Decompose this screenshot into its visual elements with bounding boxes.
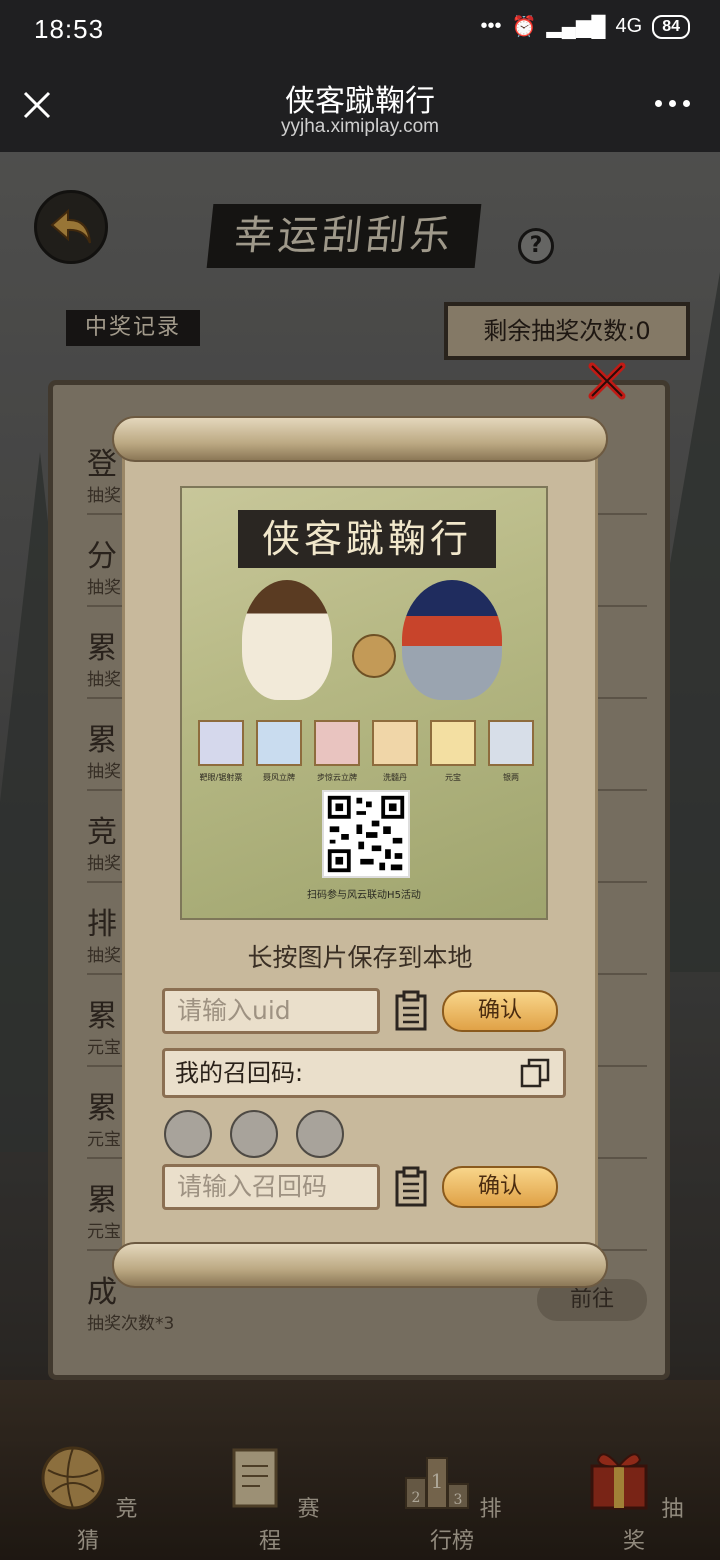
reward-label: 步惊云立牌	[317, 773, 357, 782]
reward-label: 洗髓丹	[383, 773, 407, 782]
pill-icon	[372, 720, 418, 766]
standee-icon	[314, 720, 360, 766]
hero-left	[242, 580, 332, 700]
confirm-uid-button[interactable]: 确认	[442, 990, 558, 1032]
more-dots-icon: •••	[480, 15, 502, 37]
status-time: 18:53	[34, 14, 105, 44]
poster-title: 侠客蹴鞠行	[238, 510, 496, 568]
gold-ingot-icon	[430, 720, 476, 766]
ball-slot-icon	[164, 1110, 212, 1158]
poster-caption: 扫码参与风云联动H5活动	[307, 890, 421, 901]
battery-icon: 84	[652, 14, 690, 39]
uid-input[interactable]: 请输入uid	[162, 988, 380, 1034]
close-modal-icon[interactable]	[586, 360, 628, 402]
browser-nav-bar: 侠客蹴鞠行 yyjha.ximiplay.com	[0, 62, 720, 152]
reward-item: 靶眼/锯射票	[196, 720, 246, 783]
standee-icon	[256, 720, 302, 766]
poster-ball	[352, 634, 396, 678]
reward-item: 洗髓丹	[370, 720, 420, 783]
save-image-tip: 长按图片保存到本地	[247, 943, 473, 972]
reward-item: 银两	[486, 720, 536, 783]
signal-icon: ▂▄▆█	[546, 16, 606, 38]
reward-item: 元宝	[428, 720, 478, 783]
qr-code[interactable]	[322, 790, 410, 878]
ball-slot-icon	[296, 1110, 344, 1158]
reward-label: 聂风立牌	[263, 773, 295, 782]
status-icons: ••• ⏰ ▂▄▆█ 4G 84	[480, 14, 690, 39]
paste-clipboard-icon[interactable]	[394, 1166, 428, 1208]
recall-code-input[interactable]: 请输入召回码	[162, 1164, 380, 1210]
copy-icon[interactable]	[520, 1058, 550, 1088]
scroll-roller-top	[112, 416, 608, 462]
silver-ingot-icon	[488, 720, 534, 766]
reward-item: 步惊云立牌	[312, 720, 362, 783]
network-type: 4G	[615, 15, 643, 37]
reward-label: 元宝	[445, 773, 461, 782]
my-recall-code-field: 我的召回码:	[162, 1048, 566, 1098]
page-url: yyjha.ximiplay.com	[280, 116, 440, 137]
more-menu-icon[interactable]	[655, 100, 690, 107]
alarm-icon: ⏰	[511, 16, 537, 38]
ball-slot-icon	[230, 1110, 278, 1158]
page-title: 侠客蹴鞠行	[285, 84, 435, 119]
game-view: 幸运刮刮乐 ? 中奖记录 剩余抽奖次数:0 登抽奖 分抽奖 累抽奖 累抽奖 竞抽…	[0, 152, 720, 1560]
status-bar: 18:53 ••• ⏰ ▂▄▆█ 4G 84	[0, 0, 720, 62]
reward-item: 聂风立牌	[254, 720, 304, 783]
promo-poster[interactable]: 侠客蹴鞠行 靶眼/锯射票 聂风立牌 步惊云立牌 洗髓丹 元宝 银两 扫码参与风云…	[180, 486, 548, 920]
paste-clipboard-icon[interactable]	[394, 990, 428, 1032]
reward-items: 靶眼/锯射票 聂风立牌 步惊云立牌 洗髓丹 元宝 银两	[196, 720, 536, 783]
reward-label: 靶眼/锯射票	[199, 773, 243, 782]
hero-right	[402, 580, 502, 700]
confirm-recall-button[interactable]: 确认	[442, 1166, 558, 1208]
ticket-icon	[198, 720, 244, 766]
scroll-roller-bottom	[112, 1242, 608, 1288]
reward-label: 银两	[503, 773, 519, 782]
